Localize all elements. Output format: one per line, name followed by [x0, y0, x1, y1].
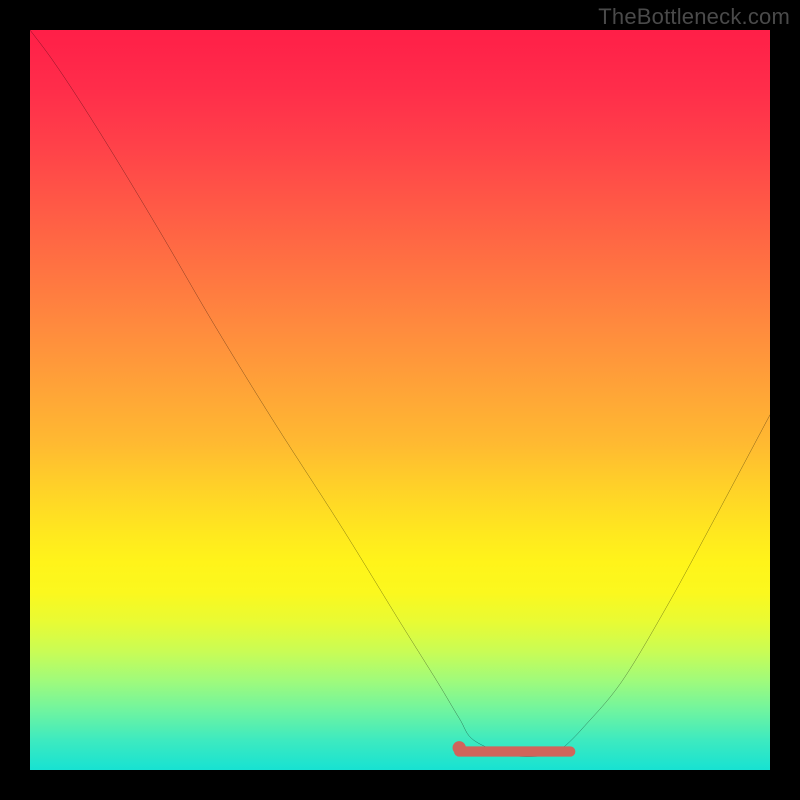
watermark-text: TheBottleneck.com	[598, 4, 790, 30]
plot-area	[30, 30, 770, 770]
marker-layer	[30, 30, 770, 770]
chart-frame: TheBottleneck.com	[0, 0, 800, 800]
flat-segment-dot	[453, 741, 466, 754]
